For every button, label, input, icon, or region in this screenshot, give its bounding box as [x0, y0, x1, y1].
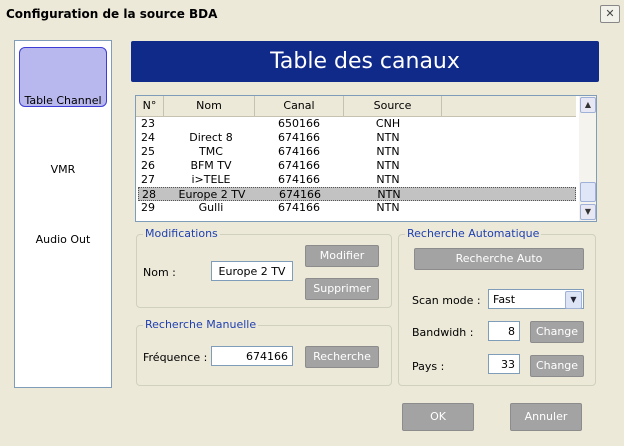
pays-field[interactable]: 33 [488, 354, 520, 374]
pays-label: Pays : [412, 360, 445, 373]
cell-nom: Gulli [198, 201, 224, 214]
column-header-nom[interactable]: Nom [164, 96, 255, 116]
sidebar-item-label: Audio Out [35, 233, 91, 246]
table-row[interactable]: 29 Gulli 674166 NTN [138, 201, 576, 215]
recherche-manuelle-legend: Recherche Manuelle [143, 318, 259, 331]
sidebar-item-audio-out[interactable]: Audio Out [15, 233, 111, 249]
close-button[interactable]: ✕ [600, 5, 620, 23]
nom-field[interactable]: Europe 2 TV [211, 261, 293, 281]
recherche-manuelle-group: Recherche Manuelle Fréquence : 674166 Re… [136, 318, 392, 386]
scroll-up-button[interactable]: ▲ [580, 97, 596, 113]
cell-canal: 674166 [278, 131, 320, 144]
cell-nom: BFM TV [190, 159, 232, 172]
table-row[interactable]: 24 Direct 8 674166 NTN [138, 131, 576, 145]
cell-num: 24 [141, 131, 155, 144]
frequence-label: Fréquence : [143, 351, 208, 364]
channel-table[interactable]: N° Nom Canal Source 23 650166 CNH 24 Dir… [135, 95, 597, 222]
ok-button[interactable]: OK [402, 403, 474, 431]
table-row[interactable]: 27 i>TELE 674166 NTN [138, 173, 576, 187]
scan-mode-value: Fast [493, 293, 516, 306]
cell-nom: Europe 2 TV [178, 188, 246, 201]
modifications-group: Modifications Nom : Europe 2 TV Modifier… [136, 227, 392, 308]
cell-num: 28 [142, 188, 156, 201]
column-header-num[interactable]: N° [136, 96, 164, 116]
cell-source: NTN [376, 173, 400, 186]
cell-canal: 650166 [278, 117, 320, 130]
cell-num: 26 [141, 159, 155, 172]
window-title: Configuration de la source BDA [6, 7, 218, 21]
cell-canal: 674166 [278, 145, 320, 158]
scroll-down-button[interactable]: ▼ [580, 204, 596, 220]
cell-source: NTN [377, 188, 401, 201]
scan-mode-label: Scan mode : [412, 294, 481, 307]
cell-canal: 674166 [278, 201, 320, 214]
bandwidth-field[interactable]: 8 [488, 321, 520, 341]
sidebar-item-table-channel[interactable]: Table Channel [15, 47, 111, 107]
bandwidth-label: Bandwidh : [412, 326, 474, 339]
table-row-selected[interactable]: 28 Europe 2 TV 674166 NTN [138, 187, 576, 201]
cell-source: NTN [376, 201, 400, 214]
cell-source: NTN [376, 159, 400, 172]
chevron-down-icon[interactable]: ▼ [565, 291, 582, 309]
cell-canal: 674166 [278, 159, 320, 172]
table-row[interactable]: 25 TMC 674166 NTN [138, 145, 576, 159]
supprimer-button[interactable]: Supprimer [305, 278, 379, 300]
frequence-field[interactable]: 674166 [211, 346, 293, 366]
modifications-legend: Modifications [143, 227, 220, 240]
cell-source: NTN [376, 145, 400, 158]
arrow-up-icon: ▲ [584, 100, 592, 109]
recherche-automatique-group: Recherche Automatique Recherche Auto Sca… [398, 227, 596, 386]
scroll-thumb[interactable] [580, 182, 596, 202]
sidebar-item-vmr[interactable]: VMR [15, 163, 111, 179]
cell-source: NTN [376, 131, 400, 144]
cell-num: 25 [141, 145, 155, 158]
cell-num: 23 [141, 117, 155, 130]
pays-change-button[interactable]: Change [530, 355, 584, 377]
table-row[interactable]: 26 BFM TV 674166 NTN [138, 159, 576, 173]
table-row[interactable]: 23 650166 CNH [138, 117, 576, 131]
column-header-canal[interactable]: Canal [255, 96, 344, 116]
arrow-down-icon: ▼ [584, 207, 592, 216]
recherche-automatique-legend: Recherche Automatique [405, 227, 542, 240]
sidebar: Table Channel VMR Audio Out [14, 40, 112, 388]
bandwidth-change-button[interactable]: Change [530, 321, 584, 343]
table-scrollbar[interactable]: ▲ ▼ [579, 96, 596, 221]
sidebar-item-label: VMR [50, 163, 76, 176]
recherche-auto-button[interactable]: Recherche Auto [414, 248, 584, 270]
sidebar-item-label: Table Channel [24, 94, 102, 107]
cell-num: 27 [141, 173, 155, 186]
cell-nom [166, 117, 256, 131]
cell-source: CNH [375, 117, 401, 130]
cell-nom: i>TELE [191, 173, 231, 186]
cell-canal: 674166 [278, 173, 320, 186]
cell-canal: 674166 [279, 188, 321, 201]
table-header: N° Nom Canal Source [136, 96, 576, 117]
title-bar: Configuration de la source BDA ✕ [0, 0, 624, 30]
modifier-button[interactable]: Modifier [305, 245, 379, 267]
annuler-button[interactable]: Annuler [510, 403, 582, 431]
column-header-source[interactable]: Source [344, 96, 442, 116]
cell-nom: TMC [199, 145, 223, 158]
scan-mode-select[interactable]: Fast ▼ [488, 289, 584, 309]
recherche-button[interactable]: Recherche [305, 346, 379, 368]
page-title-banner: Table des canaux [131, 41, 599, 82]
close-icon: ✕ [605, 7, 615, 20]
cell-num: 29 [141, 201, 155, 214]
nom-label: Nom : [143, 266, 176, 279]
cell-nom: Direct 8 [189, 131, 233, 144]
